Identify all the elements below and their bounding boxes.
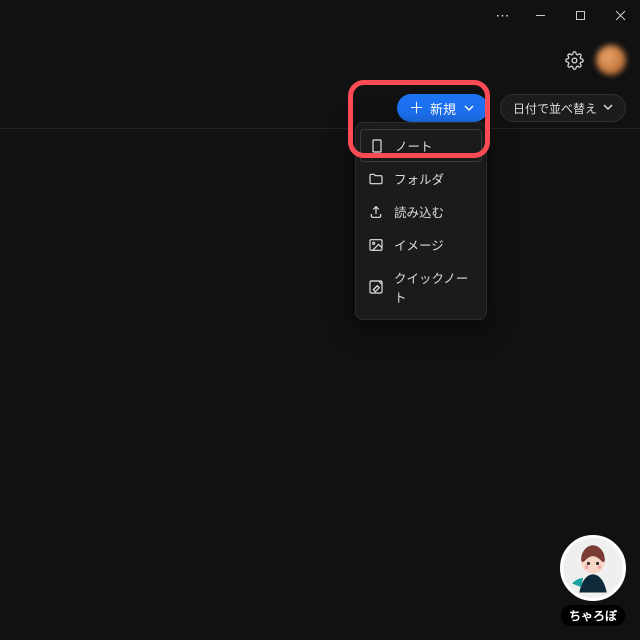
close-icon: [615, 10, 626, 21]
quicknote-icon: [368, 279, 384, 295]
dropdown-item-label: イメージ: [394, 235, 444, 254]
user-avatar-image[interactable]: [560, 535, 626, 601]
gear-icon: [565, 51, 584, 70]
minimize-icon: [535, 10, 546, 21]
dropdown-item-folder[interactable]: フォルダ: [356, 162, 486, 195]
more-menu-button[interactable]: ⋯: [486, 7, 520, 24]
settings-button[interactable]: [565, 51, 584, 70]
chevron-down-icon: [464, 101, 474, 116]
toolbar: ＋ 新規 日付で並べ替え: [0, 88, 640, 128]
dropdown-item-label: フォルダ: [394, 169, 444, 188]
dropdown-item-label: ノート: [395, 136, 433, 155]
user-widget: ちゃろぼ: [560, 535, 626, 626]
window-close-button[interactable]: [600, 0, 640, 30]
window-minimize-button[interactable]: [520, 0, 560, 30]
dropdown-item-note[interactable]: ノート: [360, 129, 482, 162]
plus-icon: ＋: [409, 101, 424, 116]
dropdown-item-label: クイックノート: [394, 268, 474, 306]
user-name-badge: ちゃろぼ: [561, 605, 625, 626]
sort-button-label: 日付で並べ替え: [513, 100, 597, 117]
folder-icon: [368, 171, 384, 187]
image-icon: [368, 237, 384, 253]
import-icon: [368, 204, 384, 220]
new-button[interactable]: ＋ 新規: [397, 94, 488, 122]
note-icon: [369, 138, 385, 154]
new-dropdown-menu: ノート フォルダ 読み込む イメージ クイックノート: [355, 122, 487, 320]
divider: [0, 128, 640, 129]
new-button-label: 新規: [430, 99, 456, 118]
maximize-icon: [575, 10, 586, 21]
window-maximize-button[interactable]: [560, 0, 600, 30]
dropdown-item-quicknote[interactable]: クイックノート: [356, 261, 486, 313]
sort-button[interactable]: 日付で並べ替え: [500, 94, 626, 122]
window-titlebar: ⋯: [0, 0, 640, 30]
account-avatar[interactable]: [596, 45, 626, 75]
chevron-down-icon: [603, 101, 613, 115]
dropdown-item-label: 読み込む: [394, 202, 444, 221]
dropdown-item-import[interactable]: 読み込む: [356, 195, 486, 228]
header-right: [565, 40, 640, 80]
dropdown-item-image[interactable]: イメージ: [356, 228, 486, 261]
